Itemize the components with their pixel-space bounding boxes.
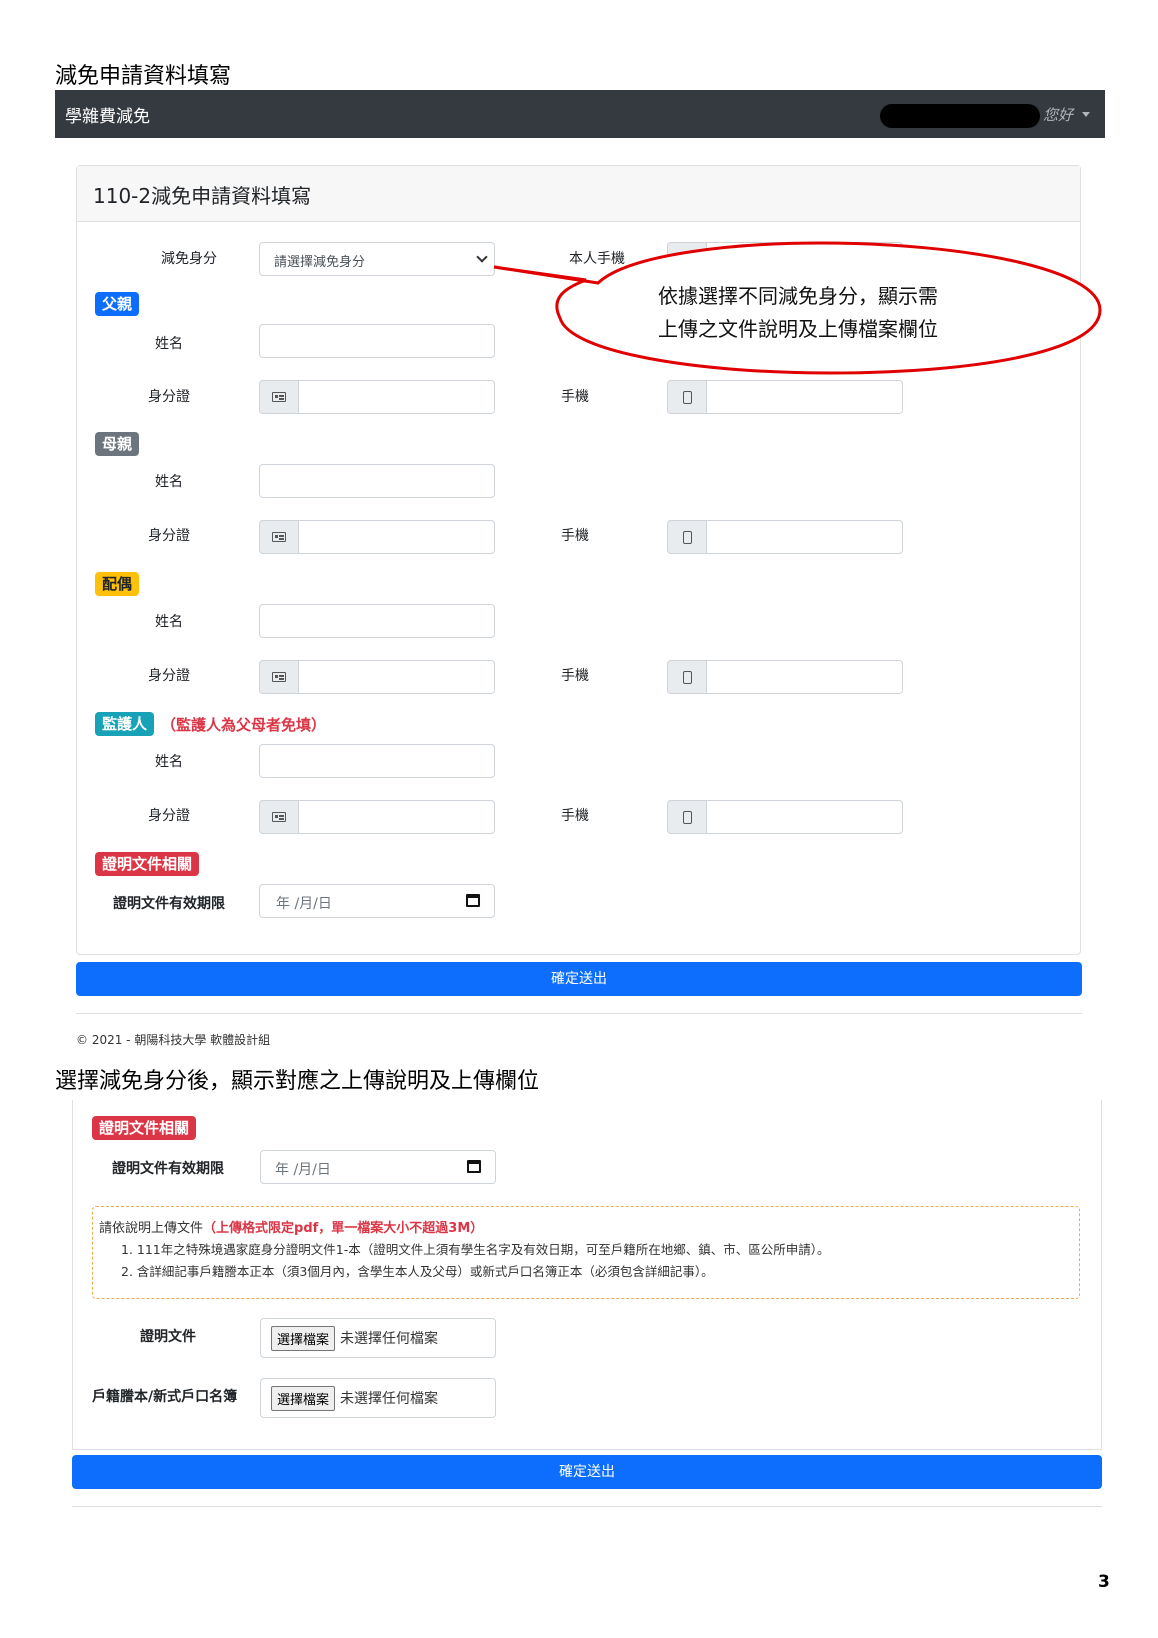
page-number: 3 [1098, 1572, 1110, 1592]
id-card-icon [259, 660, 299, 694]
callout-line-2: 上傳之文件說明及上傳檔案欄位 [658, 317, 938, 341]
mother-id-label: 身分證 [148, 528, 190, 544]
identity-label: 減免身分 [161, 251, 217, 267]
mother-name-label: 姓名 [155, 474, 183, 490]
mother-phone-group [667, 520, 903, 554]
spouse-phone-label: 手機 [561, 668, 589, 684]
docs-badge: 證明文件相關 [95, 852, 200, 876]
father-badge: 父親 [95, 292, 140, 316]
spouse-phone-group [667, 660, 903, 694]
id-card-icon [259, 520, 299, 554]
father-phone-label: 手機 [561, 389, 589, 405]
navbar: 學雜費減免 您好 [55, 90, 1105, 138]
doc-expiry-label: 證明文件有效期限 [113, 896, 225, 912]
date-placeholder: 年 /月/日 [276, 896, 332, 912]
page-heading: 減免申請資料填寫 [55, 64, 232, 89]
phone-icon [667, 660, 707, 694]
spouse-badge: 配偶 [95, 572, 140, 596]
user-greeting[interactable]: 您好 [1043, 104, 1073, 125]
spouse-phone-input[interactable] [707, 660, 903, 694]
form-title: 110-2減免申請資料填寫 [93, 184, 312, 208]
no-file-text: 未選擇任何檔案 [340, 1391, 439, 1407]
chevron-down-icon [476, 251, 488, 263]
father-id-group [259, 380, 495, 414]
guardian-id-group [259, 800, 495, 834]
upload-instructions: 請依說明上傳文件（上傳格式限定pdf，單一檔案大小不超過3M） 1. 111年之… [92, 1206, 1080, 1299]
guardian-note: （監護人為父母者免填） [161, 716, 327, 734]
mother-phone-label: 手機 [561, 528, 589, 544]
father-name-input[interactable] [259, 324, 495, 358]
guardian-name-label: 姓名 [155, 754, 183, 770]
proof-file-label: 證明文件 [140, 1329, 196, 1345]
navbar-brand[interactable]: 學雜費減免 [65, 102, 150, 127]
guardian-id-label: 身分證 [148, 808, 190, 824]
no-file-text: 未選擇任何檔案 [340, 1331, 439, 1347]
divider [72, 1506, 1102, 1507]
spouse-id-label: 身分證 [148, 668, 190, 684]
phone-icon [667, 800, 707, 834]
section-heading: 選擇減免身分後，顯示對應之上傳說明及上傳欄位 [55, 1069, 540, 1094]
spouse-name-input[interactable] [259, 604, 495, 638]
docs-badge-2: 證明文件相關 [92, 1116, 197, 1140]
spouse-id-group [259, 660, 495, 694]
choose-file-button[interactable]: 選擇檔案 [271, 1385, 336, 1411]
mother-phone-input[interactable] [707, 520, 903, 554]
calendar-icon[interactable] [466, 894, 480, 907]
father-id-label: 身分證 [148, 389, 190, 405]
guardian-badge: 監護人 [95, 712, 155, 736]
mother-name-input[interactable] [259, 464, 495, 498]
chevron-down-icon[interactable] [1082, 112, 1090, 117]
guardian-name-input[interactable] [259, 744, 495, 778]
guardian-phone-group [667, 800, 903, 834]
doc-expiry-date-input[interactable]: 年 /月/日 [259, 884, 495, 918]
guardian-phone-label: 手機 [561, 808, 589, 824]
callout-line-1: 依據選擇不同減免身分，顯示需 [658, 284, 938, 308]
spouse-id-input[interactable] [299, 660, 495, 694]
father-name-label: 姓名 [155, 336, 183, 352]
note-heading: 請依說明上傳文件（上傳格式限定pdf，單一檔案大小不超過3M） [99, 1217, 483, 1236]
note-format-warning: （上傳格式限定pdf，單一檔案大小不超過3M） [203, 1221, 484, 1236]
father-phone-group [667, 380, 903, 414]
household-file-input[interactable]: 選擇檔案 未選擇任何檔案 [260, 1378, 496, 1418]
identity-select-value: 請選擇減免身分 [274, 255, 366, 270]
proof-file-input[interactable]: 選擇檔案 未選擇任何檔案 [260, 1318, 496, 1358]
id-card-icon [259, 380, 299, 414]
doc-expiry-date-input-2[interactable]: 年 /月/日 [260, 1150, 496, 1184]
id-card-icon [259, 800, 299, 834]
father-id-input[interactable] [299, 380, 495, 414]
note-intro: 請依說明上傳文件 [99, 1221, 204, 1236]
doc-expiry-label-2: 證明文件有效期限 [112, 1161, 224, 1177]
note-item-2: 2. 含詳細記事戶籍謄本正本（須3個月內，含學生本人及父母）或新式戶口名簿正本（… [121, 1264, 714, 1279]
mother-badge: 母親 [95, 432, 140, 456]
phone-icon [667, 520, 707, 554]
submit-button-2[interactable]: 確定送出 [72, 1455, 1102, 1489]
note-item-1: 1. 111年之特殊境遇家庭身分證明文件1-本（證明文件上須有學生名字及有效日期… [121, 1242, 830, 1257]
guardian-id-input[interactable] [299, 800, 495, 834]
guardian-phone-input[interactable] [707, 800, 903, 834]
calendar-icon[interactable] [467, 1160, 481, 1173]
household-file-label: 戶籍謄本/新式戶口名簿 [92, 1389, 238, 1405]
divider [76, 1013, 1082, 1014]
choose-file-button[interactable]: 選擇檔案 [271, 1325, 336, 1351]
submit-button[interactable]: 確定送出 [76, 962, 1082, 996]
redacted-username [880, 104, 1040, 128]
card-header: 110-2減免申請資料填寫 [77, 166, 1080, 222]
identity-select[interactable]: 請選擇減免身分 [259, 242, 495, 276]
date-placeholder-2: 年 /月/日 [275, 1162, 331, 1178]
mother-id-group [259, 520, 495, 554]
mother-id-input[interactable] [299, 520, 495, 554]
spouse-name-label: 姓名 [155, 614, 183, 630]
footer-copyright: © 2021 - 朝陽科技大學 軟體設計組 [76, 1033, 271, 1047]
father-phone-input[interactable] [707, 380, 903, 414]
phone-icon [667, 380, 707, 414]
